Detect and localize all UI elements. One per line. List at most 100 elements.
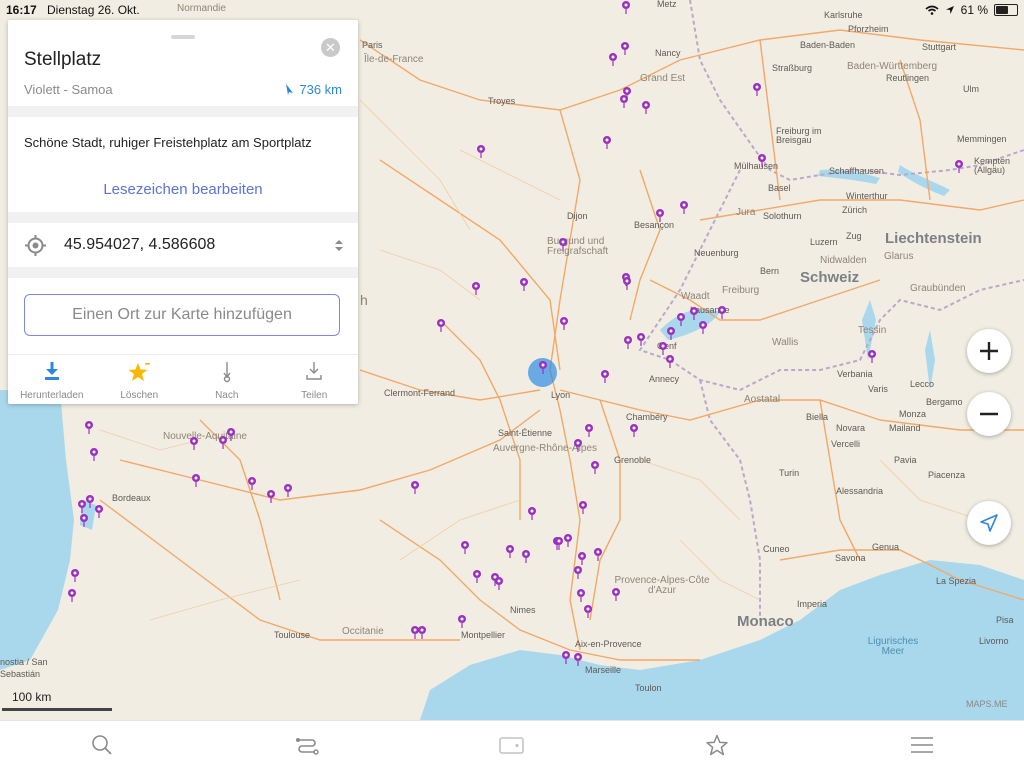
route-to-icon: [223, 362, 231, 383]
bookmark-pin[interactable]: [757, 153, 769, 167]
bookmark-pin[interactable]: [584, 423, 596, 437]
bookmark-pin[interactable]: [573, 565, 585, 579]
bookmark-pin[interactable]: [191, 473, 203, 487]
bookmarks-tab[interactable]: [705, 734, 729, 756]
battery-percent: 61 %: [960, 3, 988, 17]
close-button[interactable]: ✕: [321, 38, 340, 57]
bookmark-pin[interactable]: [436, 318, 448, 332]
bookmark-pin[interactable]: [538, 360, 550, 374]
search-tab[interactable]: [91, 734, 115, 756]
bookmark-pin[interactable]: [573, 652, 585, 666]
bookmark-pin[interactable]: [519, 277, 531, 291]
bookmark-pin[interactable]: [505, 544, 517, 558]
place-card: ✕ Stellplatz Violett - Samoa 736 km Schö…: [8, 20, 358, 404]
bookmark-pin[interactable]: [679, 200, 691, 214]
download-button[interactable]: Herunterladen: [8, 355, 96, 404]
bookmark-pin[interactable]: [752, 82, 764, 96]
bookmark-pin[interactable]: [629, 423, 641, 437]
bookmark-pin[interactable]: [472, 569, 484, 583]
card-grabber[interactable]: [171, 35, 195, 39]
wifi-icon: [925, 5, 939, 15]
bookmark-pin[interactable]: [623, 335, 635, 349]
bookmark-pin[interactable]: [573, 438, 585, 452]
bookmark-pin[interactable]: [561, 650, 573, 664]
bookmark-pin[interactable]: [471, 281, 483, 295]
map-label: Glarus: [884, 251, 914, 262]
bookmark-pin[interactable]: [494, 576, 506, 590]
add-place-button[interactable]: Einen Ort zur Karte hinzufügen: [24, 294, 340, 336]
bookmark-pin[interactable]: [620, 41, 632, 55]
bookmark-pin[interactable]: [283, 483, 295, 497]
bookmark-pin[interactable]: [521, 549, 533, 563]
bookmark-pin[interactable]: [558, 237, 570, 251]
map-label: Montpellier: [461, 630, 506, 640]
coordinates-row[interactable]: 45.954027, 4.586608: [8, 223, 358, 267]
bookmark-pin[interactable]: [602, 135, 614, 149]
bookmark-pin[interactable]: [636, 332, 648, 346]
bookmark-pin[interactable]: [590, 460, 602, 474]
bookmark-pin[interactable]: [554, 536, 566, 550]
bookmark-pin[interactable]: [666, 326, 678, 340]
bookmark-pin[interactable]: [619, 94, 631, 108]
bookmark-pin[interactable]: [266, 489, 278, 503]
bookmark-pin[interactable]: [954, 159, 966, 173]
crosshair-icon: [25, 235, 46, 256]
bookmark-pin[interactable]: [94, 504, 106, 518]
bookmark-pin[interactable]: [218, 435, 230, 449]
bookmark-pin[interactable]: [527, 506, 539, 520]
bookmark-pin[interactable]: [247, 476, 259, 490]
bookmark-pin[interactable]: [658, 341, 670, 355]
scale-label: 100 km: [12, 690, 52, 704]
bookmark-pin[interactable]: [641, 100, 653, 114]
bookmark-pin[interactable]: [583, 604, 595, 618]
format-toggle-icon[interactable]: [334, 239, 344, 252]
bookmark-pin[interactable]: [457, 614, 469, 628]
bookmark-pin[interactable]: [867, 349, 879, 363]
bookmark-pin[interactable]: [476, 144, 488, 158]
place-subtitle: Violett - Samoa: [24, 82, 113, 97]
bookmark-pin[interactable]: [578, 500, 590, 514]
bookmark-pin[interactable]: [600, 369, 612, 383]
place-description: Schöne Stadt, ruhiger Freistehplatz am S…: [24, 135, 312, 150]
map-label: Aostatal: [744, 394, 781, 405]
bookmark-pin[interactable]: [67, 588, 79, 602]
bookmark-pin[interactable]: [577, 551, 589, 565]
bookmark-pin[interactable]: [608, 52, 620, 66]
bookmark-pin[interactable]: [417, 625, 429, 639]
bookmark-pin[interactable]: [689, 306, 701, 320]
menu-tab[interactable]: [910, 734, 934, 756]
map-label: Annecy: [649, 374, 680, 384]
map-label: Besançon: [634, 220, 675, 230]
bookmark-pin[interactable]: [676, 312, 688, 326]
bookmark-pin[interactable]: [717, 305, 729, 319]
zoom-out-button[interactable]: [967, 392, 1011, 436]
bookmark-pin[interactable]: [89, 447, 101, 461]
map-label: Grand Est: [640, 73, 686, 84]
delete-bookmark-button[interactable]: Löschen: [96, 355, 184, 404]
bookmark-pin[interactable]: [665, 354, 677, 368]
zoom-in-button[interactable]: [967, 329, 1011, 373]
map-label: Waadt: [681, 291, 710, 302]
bookmark-pin[interactable]: [189, 436, 201, 450]
bookmark-pin[interactable]: [611, 587, 623, 601]
bookmark-pin[interactable]: [576, 588, 588, 602]
bookmark-pin[interactable]: [79, 513, 91, 527]
discovery-tab[interactable]: [499, 734, 524, 756]
map-label: Verbania: [837, 369, 873, 379]
bookmark-pin[interactable]: [410, 480, 422, 494]
bookmark-pin[interactable]: [70, 568, 82, 582]
bookmark-pin[interactable]: [460, 540, 472, 554]
bookmark-pin[interactable]: [559, 316, 571, 330]
bookmark-pin[interactable]: [77, 499, 89, 513]
map-label: Saint-Étienne: [498, 428, 553, 438]
bookmark-pin[interactable]: [698, 320, 710, 334]
edit-bookmark-link[interactable]: Lesezeichen bearbeiten: [8, 181, 358, 198]
route-to-button[interactable]: Nach: [183, 355, 271, 404]
bookmark-pin[interactable]: [593, 547, 605, 561]
bookmark-pin[interactable]: [622, 276, 634, 290]
share-button[interactable]: Teilen: [271, 355, 359, 404]
route-tab[interactable]: [295, 734, 319, 756]
bookmark-pin[interactable]: [655, 208, 667, 222]
bookmark-pin[interactable]: [84, 420, 96, 434]
my-position-button[interactable]: [967, 501, 1011, 545]
